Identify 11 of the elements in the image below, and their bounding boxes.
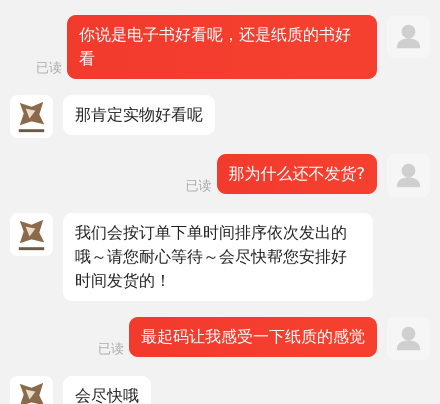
- message-bubble: 会尽快哦: [63, 376, 151, 404]
- read-receipt: 已读: [186, 178, 212, 196]
- message-bubble: 最起码让我感受一下纸质的感觉: [129, 317, 377, 357]
- shop-logo-icon: [10, 213, 53, 256]
- message-bubble: 我们会按订单下单时间排序依次发出的哦～请您耐心等待～会尽快帮您安排好时间发货的！: [63, 213, 373, 301]
- message-bubble: 那肯定实物好看呢: [63, 95, 215, 135]
- read-receipt: 已读: [98, 341, 124, 359]
- message-bubble: 你说是电子书好看呢，还是纸质的书好看: [67, 15, 377, 79]
- shop-logo-icon: [10, 95, 53, 138]
- message-bubble: 那为什么还不发货?: [216, 154, 377, 194]
- read-receipt: 已读: [36, 60, 62, 78]
